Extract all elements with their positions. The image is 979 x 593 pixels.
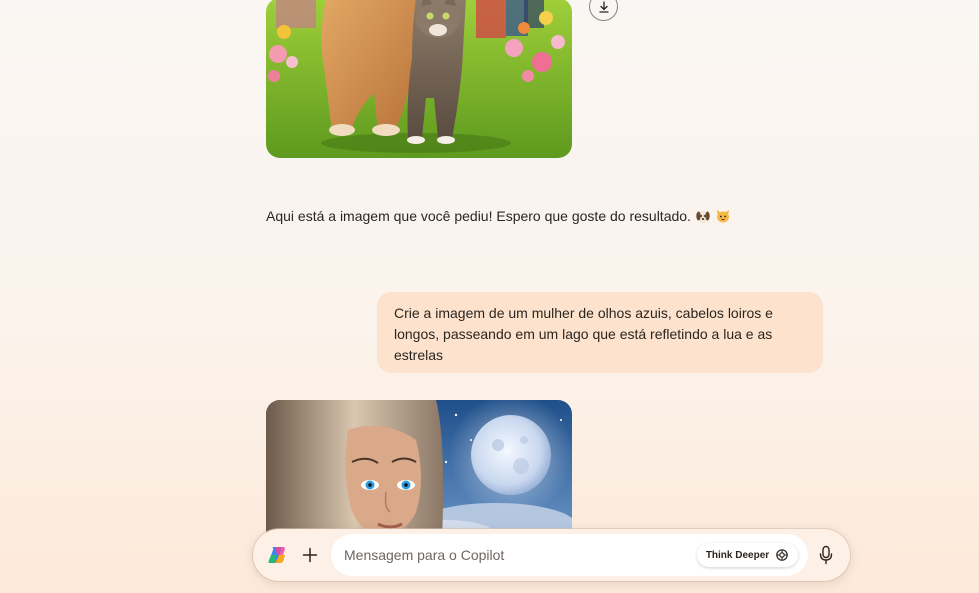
message-input-container: Think Deeper — [331, 534, 808, 576]
think-deeper-label: Think Deeper — [705, 549, 770, 561]
download-icon — [598, 0, 609, 13]
think-deeper-icon — [776, 549, 788, 561]
composer-bar: Think Deeper — [253, 529, 850, 581]
microphone-icon — [819, 545, 833, 565]
download-button[interactable] — [589, 0, 618, 21]
voice-input-button[interactable] — [815, 544, 837, 566]
assistant-message: Aqui está a imagem que você pediu! Esper… — [266, 206, 731, 226]
copilot-logo-icon[interactable] — [266, 544, 288, 566]
user-message-text: Crie a imagem de um mulher de olhos azui… — [394, 305, 773, 363]
message-input[interactable] — [344, 534, 684, 576]
plus-icon — [302, 547, 318, 563]
add-attachment-button[interactable] — [299, 544, 321, 566]
think-deeper-button[interactable]: Think Deeper — [697, 543, 798, 567]
assistant-message-text: Aqui está a imagem que você pediu! Esper… — [266, 208, 691, 224]
generated-image-woman-moon[interactable] — [266, 400, 572, 540]
dog-face-emoji-icon — [695, 208, 711, 224]
generated-image-dog-cat[interactable] — [266, 0, 572, 158]
cat-face-emoji-icon — [715, 208, 731, 224]
user-message-bubble: Crie a imagem de um mulher de olhos azui… — [377, 292, 823, 373]
